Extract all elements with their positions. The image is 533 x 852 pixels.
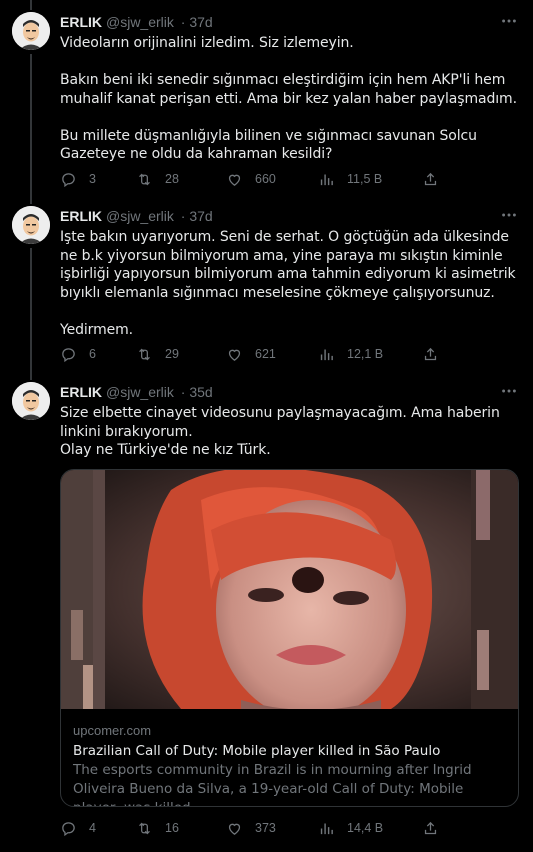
more-icon[interactable] bbox=[499, 206, 519, 226]
tweet-header: ERLIK @sjw_erlik · 37d bbox=[60, 12, 213, 32]
link-card-meta: upcomer.com Brazilian Call of Duty: Mobi… bbox=[61, 709, 518, 806]
author-handle[interactable]: @sjw_erlik bbox=[106, 208, 174, 224]
avatar[interactable] bbox=[12, 206, 50, 244]
share-icon bbox=[422, 820, 439, 837]
link-card-title[interactable]: Brazilian Call of Duty: Mobile player ki… bbox=[73, 742, 506, 761]
link-card-description: The esports community in Brazil is in mo… bbox=[73, 762, 472, 806]
like-button[interactable]: 621 bbox=[226, 344, 276, 364]
views-button[interactable]: 11,5 B bbox=[318, 169, 382, 189]
link-card[interactable]: upcomer.com Brazilian Call of Duty: Mobi… bbox=[60, 469, 519, 807]
like-icon bbox=[226, 820, 243, 837]
author-handle[interactable]: @sjw_erlik bbox=[106, 384, 174, 400]
share-icon bbox=[422, 346, 439, 363]
like-icon bbox=[226, 171, 243, 188]
views-count: 14,4 B bbox=[347, 821, 384, 835]
retweet-count: 16 bbox=[165, 821, 179, 835]
views-button[interactable]: 14,4 B bbox=[318, 818, 383, 838]
retweet-button[interactable]: 16 bbox=[136, 818, 179, 838]
retweet-icon bbox=[136, 820, 153, 837]
share-button[interactable] bbox=[422, 169, 439, 189]
tweet-header: ERLIK @sjw_erlik · 37d bbox=[60, 206, 213, 226]
tweet-header: ERLIK @sjw_erlik · 35d bbox=[60, 382, 213, 402]
more-icon[interactable] bbox=[499, 382, 519, 402]
tweet[interactable]: ERLIK @sjw_erlik · 35d Size elbette cinay… bbox=[0, 382, 533, 852]
reply-icon bbox=[60, 820, 77, 837]
thread-line bbox=[30, 0, 32, 10]
like-count: 373 bbox=[255, 821, 276, 835]
reply-count: 6 bbox=[89, 347, 96, 361]
tweet-actions: 4 16 373 14,4 B bbox=[60, 818, 480, 838]
author-handle[interactable]: @sjw_erlik bbox=[106, 14, 174, 30]
retweet-button[interactable]: 28 bbox=[136, 169, 179, 189]
retweet-icon bbox=[136, 346, 153, 363]
avatar[interactable] bbox=[12, 382, 50, 420]
author-name[interactable]: ERLIK bbox=[60, 14, 102, 30]
reply-count: 4 bbox=[89, 821, 96, 835]
tweet-time[interactable]: · 37d bbox=[181, 14, 213, 30]
link-card-domain: upcomer.com bbox=[73, 723, 152, 738]
like-button[interactable]: 660 bbox=[226, 169, 276, 189]
tweet-time[interactable]: · 37d bbox=[181, 208, 213, 224]
reply-button[interactable]: 3 bbox=[60, 169, 96, 189]
tweet-text: Size elbette cinayet videosunu paylaşmay… bbox=[60, 405, 500, 458]
like-icon bbox=[226, 346, 243, 363]
reply-count: 3 bbox=[89, 172, 96, 186]
views-icon bbox=[318, 346, 335, 363]
reply-icon bbox=[60, 171, 77, 188]
author-name[interactable]: ERLIK bbox=[60, 384, 102, 400]
like-count: 660 bbox=[255, 172, 276, 186]
views-icon bbox=[318, 171, 335, 188]
reply-button[interactable]: 6 bbox=[60, 344, 96, 364]
views-icon bbox=[318, 820, 335, 837]
share-button[interactable] bbox=[422, 344, 439, 364]
retweet-count: 28 bbox=[165, 172, 179, 186]
reply-icon bbox=[60, 346, 77, 363]
tweet-text: Videoların orijinalini izledim. Siz izle… bbox=[60, 35, 517, 162]
tweet-time[interactable]: · 35d bbox=[181, 384, 213, 400]
tweet-text: Işte bakın uyarıyorum. Seni de serhat. O… bbox=[60, 229, 516, 338]
tweet-actions: 6 29 621 12,1 B bbox=[60, 344, 480, 364]
author-name[interactable]: ERLIK bbox=[60, 208, 102, 224]
more-icon[interactable] bbox=[499, 12, 519, 32]
share-icon bbox=[422, 171, 439, 188]
views-button[interactable]: 12,1 B bbox=[318, 344, 383, 364]
retweet-button[interactable]: 29 bbox=[136, 344, 179, 364]
tweet[interactable]: ERLIK @sjw_erlik · 37d Işte bakın uyarıyo… bbox=[0, 206, 533, 366]
retweet-icon bbox=[136, 171, 153, 188]
views-count: 12,1 B bbox=[347, 347, 384, 361]
like-count: 621 bbox=[255, 347, 276, 361]
share-button[interactable] bbox=[422, 818, 439, 838]
retweet-count: 29 bbox=[165, 347, 179, 361]
link-card-image[interactable] bbox=[61, 470, 518, 709]
like-button[interactable]: 373 bbox=[226, 818, 276, 838]
views-count: 11,5 B bbox=[347, 172, 383, 186]
reply-button[interactable]: 4 bbox=[60, 818, 96, 838]
tweet[interactable]: ERLIK @sjw_erlik · 37d Videoların orijina… bbox=[0, 12, 533, 192]
avatar[interactable] bbox=[12, 12, 50, 50]
tweet-actions: 3 28 660 11,5 B bbox=[60, 169, 480, 189]
